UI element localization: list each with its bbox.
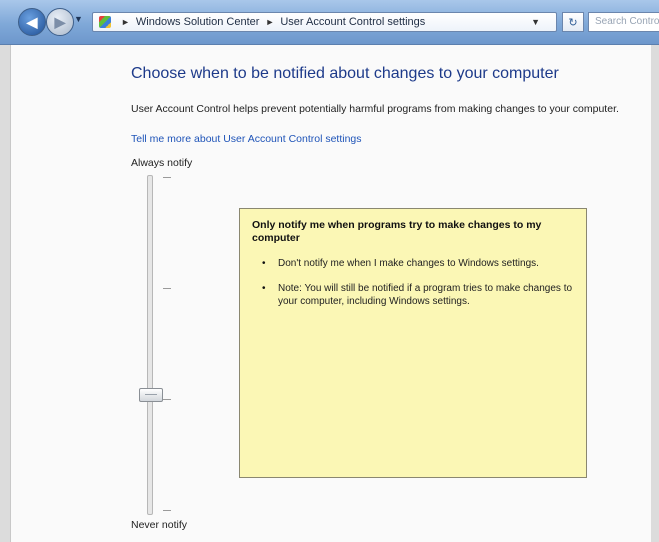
level-description-title: Only notify me when programs try to make… bbox=[252, 219, 542, 244]
learn-more-link[interactable]: Tell me more about User Account Control … bbox=[131, 133, 362, 145]
back-button[interactable]: ◀ bbox=[18, 8, 46, 36]
slider-tick bbox=[163, 399, 171, 400]
level-description-box: Only notify me when programs try to make… bbox=[239, 208, 587, 478]
slider-top-label: Always notify bbox=[131, 157, 193, 169]
notification-level-slider[interactable] bbox=[147, 175, 153, 515]
navigation-bar: ◀ ▶ ▼ ► Windows Solution Center ► User A… bbox=[0, 0, 659, 45]
list-item-text: Note: You will still be notified if a pr… bbox=[278, 283, 573, 307]
forward-button[interactable]: ▶ bbox=[46, 8, 74, 36]
control-panel-icon bbox=[99, 16, 111, 28]
content-panel: Choose when to be notified about changes… bbox=[10, 45, 651, 542]
refresh-icon: ↻ bbox=[568, 16, 578, 29]
slider-tick bbox=[163, 177, 171, 178]
breadcrumb-item[interactable]: User Account Control settings bbox=[280, 16, 425, 28]
list-item: • Note: You will still be notified if a … bbox=[252, 282, 574, 308]
bullet-icon: • bbox=[262, 283, 266, 294]
breadcrumb-separator-icon: ► bbox=[121, 17, 130, 27]
search-input[interactable]: Search Control Panel bbox=[588, 12, 659, 32]
slider-tick bbox=[163, 288, 171, 289]
address-dropdown-icon[interactable]: ▼ bbox=[531, 17, 540, 27]
breadcrumb-separator-icon: ► bbox=[265, 17, 275, 27]
slider-bottom-label: Never notify bbox=[131, 519, 188, 531]
forward-arrow-icon: ▶ bbox=[54, 13, 66, 30]
slider-thumb[interactable] bbox=[139, 388, 163, 402]
back-arrow-icon: ◀ bbox=[26, 13, 38, 30]
level-description-list: • Don't notify me when I make changes to… bbox=[252, 257, 574, 308]
address-bar[interactable]: ► Windows Solution Center ► User Account… bbox=[92, 12, 557, 32]
list-item: • Don't notify me when I make changes to… bbox=[252, 257, 574, 270]
slider-tick bbox=[163, 510, 171, 511]
refresh-button[interactable]: ↻ bbox=[562, 12, 584, 32]
page-title: Choose when to be notified about changes… bbox=[131, 65, 559, 82]
bullet-icon: • bbox=[262, 258, 266, 269]
recent-pages-dropdown-icon[interactable]: ▼ bbox=[74, 14, 83, 24]
breadcrumb-item[interactable]: Windows Solution Center bbox=[136, 16, 260, 28]
list-item-text: Don't notify me when I make changes to W… bbox=[278, 258, 539, 269]
page-description: User Account Control helps prevent poten… bbox=[131, 103, 619, 115]
